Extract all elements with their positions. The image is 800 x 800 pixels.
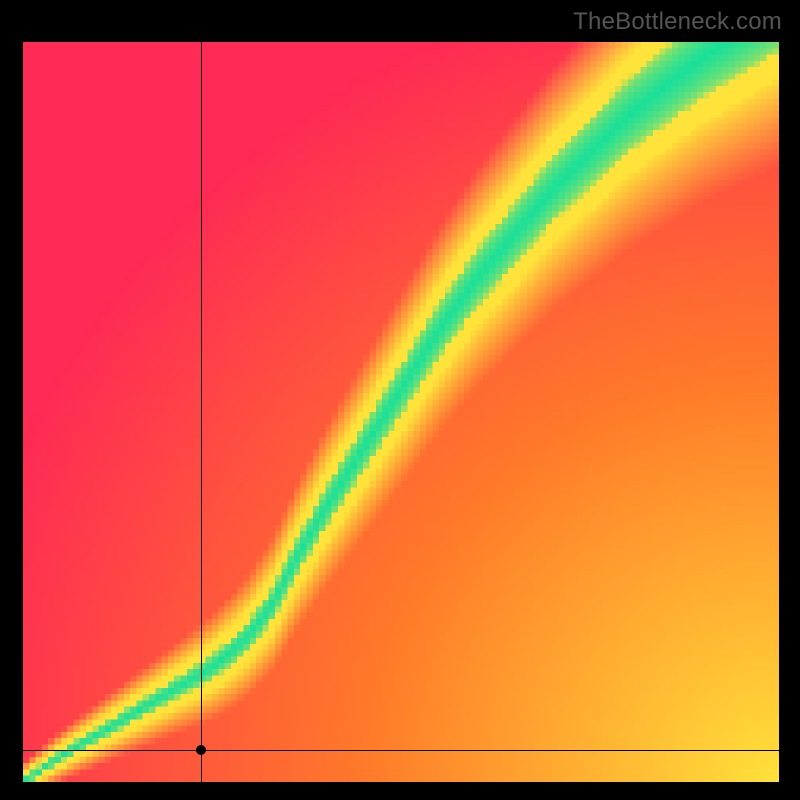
chart-frame: TheBottleneck.com — [0, 0, 800, 800]
crosshair-vertical — [201, 42, 202, 782]
bottleneck-heatmap — [23, 42, 779, 782]
crosshair-horizontal — [23, 750, 779, 751]
selected-point-marker — [196, 745, 206, 755]
watermark-text: TheBottleneck.com — [573, 8, 782, 36]
